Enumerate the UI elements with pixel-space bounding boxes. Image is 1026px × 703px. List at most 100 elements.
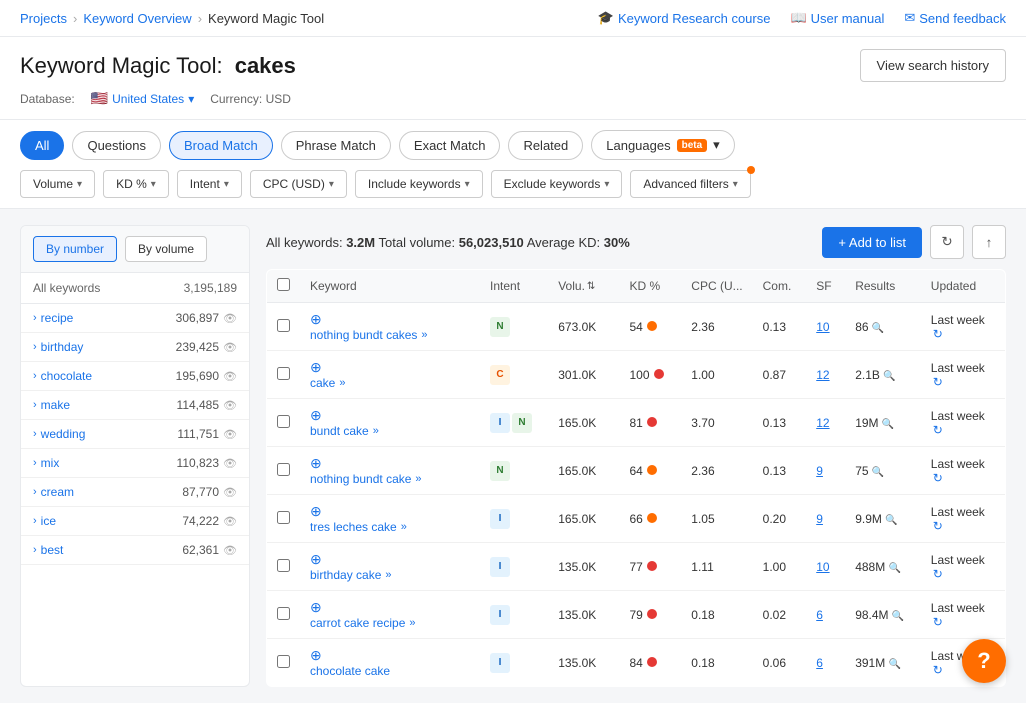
sort-by-volume-button[interactable]: By volume [125, 236, 207, 262]
tab-all[interactable]: All [20, 131, 64, 160]
eye-icon[interactable]: 👁 [223, 457, 237, 470]
sidebar-item[interactable]: › recipe 306,897 👁 [21, 304, 249, 333]
select-all-checkbox[interactable] [277, 278, 290, 291]
sidebar-item[interactable]: › make 114,485 👁 [21, 391, 249, 420]
help-fab-button[interactable]: ? [962, 639, 1006, 683]
eye-icon[interactable]: 👁 [223, 399, 237, 412]
add-keyword-icon[interactable]: ⊕ [310, 311, 322, 327]
breadcrumb-keyword-overview[interactable]: Keyword Overview [83, 11, 191, 26]
row-checkbox[interactable] [277, 319, 290, 332]
row-refresh-icon[interactable]: ↻ [933, 615, 943, 629]
eye-icon[interactable]: 👁 [223, 544, 237, 557]
keyword-research-course-link[interactable]: 🎓 Keyword Research course [598, 10, 771, 26]
volume-sort-control[interactable]: Volu. ⇅ [558, 279, 595, 293]
database-value-link[interactable]: 🇺🇸 United States ▾ [91, 90, 195, 107]
sf-link[interactable]: 10 [816, 560, 829, 574]
sidebar-item[interactable]: › chocolate 195,690 👁 [21, 362, 249, 391]
sf-link[interactable]: 10 [816, 320, 829, 334]
eye-icon[interactable]: 👁 [223, 370, 237, 383]
row-refresh-icon[interactable]: ↻ [933, 567, 943, 581]
tab-related[interactable]: Related [508, 131, 583, 160]
cpc-filter[interactable]: CPC (USD) ▾ [250, 170, 347, 198]
sidebar-keyword-link[interactable]: best [41, 543, 64, 557]
row-refresh-icon[interactable]: ↻ [933, 375, 943, 389]
sidebar-keyword-link[interactable]: make [41, 398, 70, 412]
advanced-filters-button[interactable]: Advanced filters ▾ [630, 170, 750, 198]
sidebar-count: 62,361 👁 [182, 543, 237, 557]
sidebar-keyword-link[interactable]: recipe [41, 311, 74, 325]
volume-filter[interactable]: Volume ▾ [20, 170, 95, 198]
row-refresh-icon[interactable]: ↻ [933, 663, 943, 677]
sort-by-number-button[interactable]: By number [33, 236, 117, 262]
add-keyword-icon[interactable]: ⊕ [310, 647, 322, 663]
eye-icon[interactable]: 👁 [223, 486, 237, 499]
tab-exact-match[interactable]: Exact Match [399, 131, 501, 160]
sf-link[interactable]: 9 [816, 512, 823, 526]
languages-button[interactable]: Languages beta ▾ [591, 130, 734, 160]
add-keyword-icon[interactable]: ⊕ [310, 455, 322, 471]
row-checkbox[interactable] [277, 655, 290, 668]
send-feedback-link[interactable]: ✉ Send feedback [904, 10, 1006, 26]
sidebar-keyword-link[interactable]: chocolate [41, 369, 92, 383]
user-manual-link[interactable]: 📖 User manual [790, 10, 884, 26]
tab-phrase-match[interactable]: Phrase Match [281, 131, 391, 160]
sf-link[interactable]: 12 [816, 368, 829, 382]
row-refresh-icon[interactable]: ↻ [933, 471, 943, 485]
add-keyword-icon[interactable]: ⊕ [310, 599, 322, 615]
sidebar-item[interactable]: › ice 74,222 👁 [21, 507, 249, 536]
keyword-link[interactable]: carrot cake recipe » [310, 616, 470, 630]
sidebar-item[interactable]: › birthday 239,425 👁 [21, 333, 249, 362]
sf-link[interactable]: 9 [816, 464, 823, 478]
sf-link[interactable]: 6 [816, 608, 823, 622]
add-to-list-button[interactable]: + Add to list [822, 227, 922, 258]
add-keyword-icon[interactable]: ⊕ [310, 407, 322, 423]
eye-icon[interactable]: 👁 [223, 515, 237, 528]
sidebar-keyword-link[interactable]: cream [41, 485, 74, 499]
intent-filter[interactable]: Intent ▾ [177, 170, 242, 198]
row-checkbox[interactable] [277, 463, 290, 476]
sidebar-item[interactable]: › mix 110,823 👁 [21, 449, 249, 478]
eye-icon[interactable]: 👁 [223, 312, 237, 325]
sf-link[interactable]: 12 [816, 416, 829, 430]
keyword-link[interactable]: nothing bundt cake » [310, 472, 470, 486]
count-value: 74,222 [182, 514, 219, 528]
sidebar-item[interactable]: › best 62,361 👁 [21, 536, 249, 565]
row-checkbox[interactable] [277, 511, 290, 524]
sidebar-keyword-link[interactable]: mix [41, 456, 60, 470]
view-history-button[interactable]: View search history [860, 49, 1006, 82]
add-keyword-icon[interactable]: ⊕ [310, 359, 322, 375]
tab-questions[interactable]: Questions [72, 131, 161, 160]
eye-icon[interactable]: 👁 [223, 341, 237, 354]
add-keyword-icon[interactable]: ⊕ [310, 503, 322, 519]
add-keyword-icon[interactable]: ⊕ [310, 551, 322, 567]
eye-icon[interactable]: 👁 [223, 428, 237, 441]
keyword-link[interactable]: cake » [310, 376, 470, 390]
sidebar-item[interactable]: › cream 87,770 👁 [21, 478, 249, 507]
keyword-link[interactable]: tres leches cake » [310, 520, 470, 534]
col-header-volume[interactable]: Volu. ⇅ [548, 270, 619, 303]
keyword-link[interactable]: nothing bundt cakes » [310, 328, 470, 342]
sidebar-keyword-link[interactable]: ice [41, 514, 56, 528]
sidebar-item[interactable]: › wedding 111,751 👁 [21, 420, 249, 449]
sf-link[interactable]: 6 [816, 656, 823, 670]
row-checkbox[interactable] [277, 415, 290, 428]
sidebar-keyword-link[interactable]: wedding [41, 427, 86, 441]
breadcrumb-projects[interactable]: Projects [20, 11, 67, 26]
keyword-link[interactable]: bundt cake » [310, 424, 470, 438]
row-refresh-icon[interactable]: ↻ [933, 327, 943, 341]
sidebar-keyword-link[interactable]: birthday [41, 340, 84, 354]
row-checkbox[interactable] [277, 559, 290, 572]
include-keywords-filter[interactable]: Include keywords ▾ [355, 170, 483, 198]
row-checkbox[interactable] [277, 607, 290, 620]
tab-broad-match[interactable]: Broad Match [169, 131, 273, 160]
kd-filter[interactable]: KD % ▾ [103, 170, 169, 198]
row-refresh-icon[interactable]: ↻ [933, 519, 943, 533]
refresh-button[interactable]: ↻ [930, 225, 964, 259]
count-value: 195,690 [176, 369, 219, 383]
row-refresh-icon[interactable]: ↻ [933, 423, 943, 437]
row-checkbox[interactable] [277, 367, 290, 380]
export-button[interactable]: ↑ [972, 225, 1006, 259]
keyword-link[interactable]: chocolate cake [310, 664, 470, 678]
exclude-keywords-filter[interactable]: Exclude keywords ▾ [491, 170, 623, 198]
keyword-link[interactable]: birthday cake » [310, 568, 470, 582]
